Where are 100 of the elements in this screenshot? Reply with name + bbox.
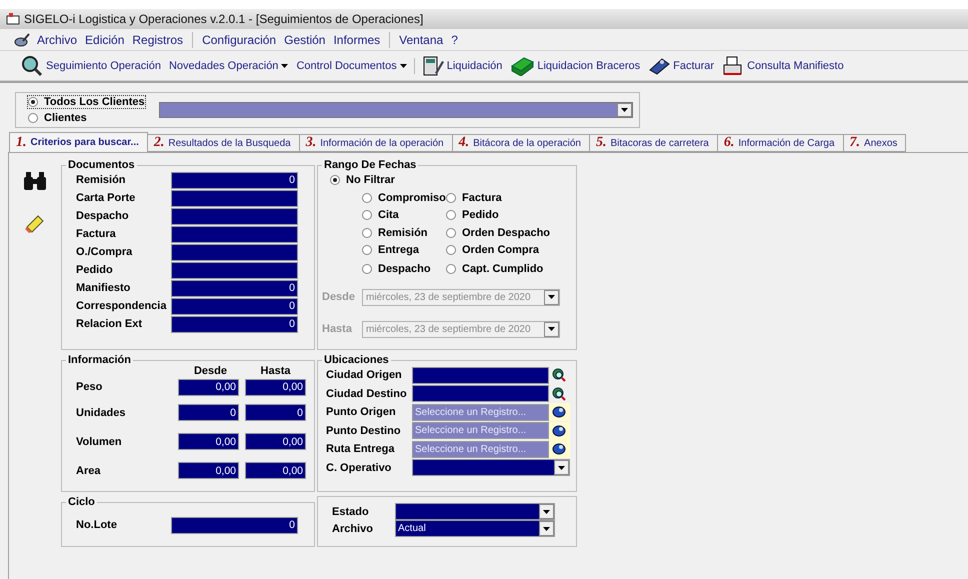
input-field[interactable] (171, 208, 298, 224)
dropdown-field[interactable] (395, 503, 555, 520)
caret-icon (281, 64, 288, 68)
globe-search-icon[interactable] (552, 368, 566, 382)
input-field[interactable]: 0 (171, 298, 298, 314)
tab[interactable]: 3. Información de la operación (298, 134, 453, 152)
calculator-icon (422, 54, 444, 76)
field-label: Correspondencia (76, 300, 168, 312)
menu-item[interactable]: Registros (131, 32, 184, 46)
field-label: Punto Destino (326, 424, 402, 437)
input-field[interactable]: 0,00 (178, 378, 239, 396)
field-label: Area (76, 464, 102, 476)
menu-item[interactable]: Gestión (283, 32, 326, 46)
field-label: Ciudad Destino (326, 388, 408, 400)
dropdown-button[interactable] (617, 103, 632, 117)
input-field[interactable]: 0,00 (245, 433, 306, 450)
radio-option[interactable]: Orden Despacho (446, 226, 550, 239)
input-field[interactable] (171, 226, 298, 242)
dropdown-button[interactable] (554, 460, 569, 476)
input-field[interactable]: 0,00 (245, 378, 306, 396)
dropdown-button[interactable] (539, 504, 554, 519)
tab[interactable]: 2. Resultados de la Busqueda (146, 134, 300, 152)
radio-option[interactable]: Compromiso (362, 192, 446, 204)
field-label: Remisión (76, 174, 127, 186)
radio-option[interactable]: Capt. Cumplido (446, 263, 544, 275)
field-label: No.Lote (76, 519, 118, 531)
input-field[interactable] (171, 262, 298, 278)
field-label: Punto Origen (326, 406, 397, 418)
radio-option[interactable]: Cita (362, 209, 399, 222)
field-label: Unidades (76, 406, 127, 418)
field-label: Estado (332, 506, 370, 518)
radio-option[interactable]: Despacho (362, 263, 431, 275)
globe-icon[interactable] (552, 405, 566, 420)
input-field[interactable]: 0 (178, 404, 239, 421)
input-field[interactable]: 0 (171, 516, 298, 534)
radio-option[interactable]: No Filtrar (330, 174, 395, 186)
tab[interactable]: 6. Información de Carga (716, 134, 844, 152)
input-field[interactable] (171, 244, 298, 260)
caret-icon (543, 510, 550, 514)
field-label: O./Compra (76, 246, 134, 258)
radio-option[interactable]: Remisión (362, 226, 428, 239)
toolbar-button[interactable]: Liquidación (418, 54, 506, 76)
money-stack-icon (510, 56, 534, 76)
menu-item[interactable]: Edición (84, 32, 126, 46)
field-label: Hasta (322, 323, 353, 335)
radio-option[interactable]: Orden Compra (446, 244, 540, 256)
column-header: Desde (192, 365, 228, 377)
field-label: Ruta Entrega (326, 443, 396, 456)
toolbar-button[interactable]: Control Documentos (293, 60, 410, 72)
dropdown-button[interactable] (539, 521, 554, 536)
dropdown-field[interactable] (412, 459, 570, 476)
input-field[interactable]: 0 (245, 404, 306, 421)
caret-icon (558, 466, 565, 470)
field-label: Factura (76, 228, 117, 240)
toolbar-button[interactable]: Novedades Operación (166, 60, 292, 72)
magnifier-icon (21, 54, 43, 76)
globe-icon[interactable] (552, 442, 566, 456)
input-field[interactable]: 0 (171, 316, 298, 332)
toolbar-button[interactable]: Consulta Manifiesto (719, 54, 847, 76)
radio-option[interactable]: Pedido (446, 209, 499, 222)
input-field[interactable] (171, 190, 298, 206)
dropdown-field[interactable]: Actual (395, 520, 555, 537)
input-field[interactable]: 0 (171, 280, 298, 296)
eraser-icon[interactable] (23, 213, 45, 235)
globe-search-icon[interactable] (552, 386, 566, 401)
field-label: Relacion Ext (76, 318, 144, 330)
globe-icon[interactable] (552, 424, 566, 438)
input-field[interactable]: 0,00 (178, 462, 239, 479)
caret-icon (543, 526, 550, 530)
caret-icon (621, 108, 628, 112)
field-label: Pedido (76, 264, 114, 276)
field-label: Volumen (76, 436, 123, 448)
input-field[interactable]: 0 (171, 172, 298, 188)
toolbar-button[interactable]: Seguimiento Operación (18, 54, 164, 76)
menu-item[interactable]: Archivo (36, 32, 78, 46)
group-title: Información (67, 354, 132, 366)
toolbar-button[interactable]: Facturar (645, 56, 718, 76)
radio-option[interactable]: Factura (446, 192, 502, 204)
field-label: Despacho (76, 210, 130, 222)
input-field[interactable]: 0,00 (245, 462, 306, 479)
menu-item[interactable]: ? (450, 32, 459, 46)
input-field[interactable]: 0,00 (178, 433, 239, 450)
tab[interactable]: 1. Criterios para buscar... (9, 132, 148, 152)
radio-option[interactable]: Entrega (362, 244, 419, 256)
tab[interactable]: 4. Bitácora de la operación (452, 134, 590, 152)
binoculars-icon[interactable] (23, 171, 47, 191)
field-label: Desde (322, 291, 356, 303)
tab[interactable]: 5. Bitacoras de carretera (588, 134, 718, 152)
radio-option[interactable]: Todos Los Clientes (28, 96, 145, 108)
toolbar-button[interactable]: Liquidacion Braceros (507, 56, 644, 76)
tab[interactable]: 7. Anexos (842, 134, 906, 152)
caret-icon (400, 64, 407, 68)
group-title: Documentos (67, 159, 136, 171)
menu-item[interactable]: Configuración (201, 32, 278, 46)
menu-item[interactable]: Informes (332, 32, 382, 46)
field-label: Ciudad Origen (326, 369, 403, 382)
radio-option[interactable]: Clientes (28, 112, 145, 124)
input-field[interactable] (412, 366, 549, 384)
menu-item[interactable]: Ventana (398, 32, 444, 46)
input-field[interactable] (412, 385, 549, 402)
